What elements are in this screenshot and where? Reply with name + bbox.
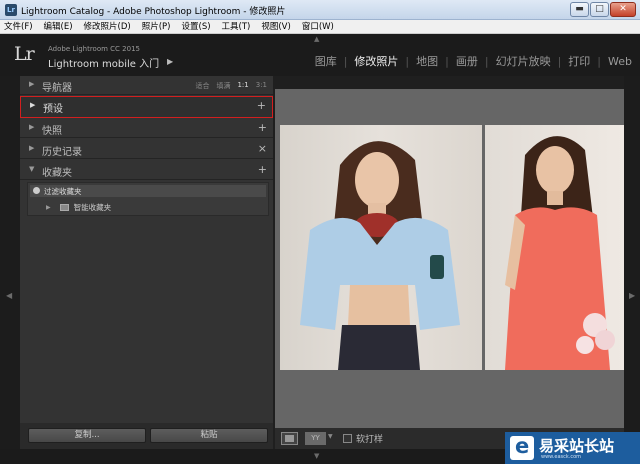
left-panel-strip[interactable]: ◀: [0, 76, 20, 449]
collections-panel-header[interactable]: ▼ 收藏夹 +: [20, 161, 273, 180]
zoom-fit[interactable]: 适合: [195, 81, 209, 91]
zoom-options: 适合 填满 1:1 3:1: [195, 81, 267, 91]
module-separator: |: [445, 54, 449, 68]
module-slideshow[interactable]: 幻灯片放映: [496, 53, 551, 69]
left-panel-toggle-icon[interactable]: ◀: [6, 291, 12, 300]
menu-bar: 文件(F) 编辑(E) 修改照片(D) 照片(P) 设置(S) 工具(T) 视图…: [0, 20, 640, 34]
minimize-button[interactable]: ▬: [570, 2, 589, 17]
filter-collections-label: 过滤收藏夹: [44, 187, 82, 196]
zoom-3-1[interactable]: 3:1: [256, 81, 267, 91]
loupe-view-icon[interactable]: [281, 432, 298, 445]
collapse-triangle-icon: ▼: [29, 165, 35, 173]
smart-collection-folder-icon: [59, 204, 69, 211]
menu-edit[interactable]: 编辑(E): [44, 20, 73, 33]
site-watermark: 易采站长站 www.easck.com: [505, 432, 640, 464]
module-picker: 图库 | 修改照片 | 地图 | 画册 | 幻灯片放映 | 打印 | Web: [315, 53, 632, 69]
smart-collections-item[interactable]: ▶ 智能收藏夹: [46, 202, 111, 213]
add-snapshot-icon[interactable]: +: [258, 121, 267, 134]
window-title-bar: Lr Lightroom Catalog - Adobe Photoshop L…: [0, 0, 640, 20]
module-print[interactable]: 打印: [568, 53, 590, 69]
snapshots-panel-header[interactable]: ▶ 快照 +: [20, 119, 273, 138]
photo-main[interactable]: [280, 125, 482, 370]
left-panel-footer: 复制... 粘贴: [20, 423, 273, 449]
watermark-brand: 易采站长站: [539, 437, 615, 455]
soft-proof-checkbox[interactable]: [343, 434, 352, 443]
play-arrow-icon[interactable]: ▶: [167, 57, 173, 66]
mobile-getting-started[interactable]: Lightroom mobile 入门: [48, 55, 159, 70]
collections-label: 收藏夹: [42, 168, 72, 179]
navigator-label: 导航器: [42, 83, 72, 94]
left-panel: ▶ 导航器 适合 填满 1:1 3:1 ▶ 预设 + ▶ 快照 + ▶ 历史记录…: [20, 76, 273, 449]
window-title: Lightroom Catalog - Adobe Photoshop Ligh…: [21, 7, 286, 17]
module-separator: |: [597, 54, 602, 68]
collections-list: 过滤收藏夹 ▶ 智能收藏夹: [27, 182, 269, 216]
identity-plate: ▲ Lr Adobe Lightroom CC 2015 Lightroom m…: [0, 34, 640, 76]
product-name: Adobe Lightroom CC 2015: [48, 45, 140, 53]
module-separator: |: [343, 54, 348, 68]
snapshots-label: 快照: [42, 126, 62, 137]
history-panel-header[interactable]: ▶ 历史记录 ×: [20, 140, 273, 159]
right-panel-toggle-icon[interactable]: ▶: [629, 291, 635, 300]
menu-photo[interactable]: 照片(P): [142, 20, 171, 33]
menu-settings[interactable]: 设置(S): [182, 20, 211, 33]
maximize-button[interactable]: □: [590, 2, 609, 17]
expand-triangle-icon: ▶: [29, 144, 35, 152]
soft-proof-label: 软打样: [356, 435, 384, 445]
add-collection-icon[interactable]: +: [258, 163, 267, 176]
module-separator: |: [557, 54, 562, 68]
watermark-url: www.easck.com: [541, 454, 582, 460]
zoom-1-1[interactable]: 1:1: [237, 81, 248, 91]
search-icon: [33, 187, 40, 194]
close-button[interactable]: ✕: [610, 2, 636, 17]
menu-develop[interactable]: 修改照片(D): [84, 20, 131, 33]
expand-triangle-icon[interactable]: ▶: [46, 204, 51, 211]
module-develop[interactable]: 修改照片: [354, 53, 398, 69]
add-preset-icon[interactable]: +: [257, 99, 266, 112]
menu-file[interactable]: 文件(F): [4, 20, 33, 33]
bottom-panel-toggle-icon[interactable]: ▼: [314, 452, 319, 460]
expand-triangle-icon: ▶: [29, 80, 35, 88]
top-panel-toggle-icon[interactable]: ▲: [314, 35, 319, 43]
module-separator: |: [405, 54, 410, 68]
easck-logo-icon: [510, 434, 534, 460]
right-panel-strip[interactable]: ▶: [624, 76, 640, 449]
before-after-view-button[interactable]: YY: [305, 432, 326, 445]
zoom-fill[interactable]: 填满: [216, 81, 230, 91]
module-map[interactable]: 地图: [416, 53, 438, 69]
filter-collections-row[interactable]: 过滤收藏夹: [30, 185, 266, 197]
module-library[interactable]: 图库: [315, 53, 337, 69]
photo-reference[interactable]: [485, 125, 624, 370]
lr-logo: Lr: [14, 43, 35, 65]
module-book[interactable]: 画册: [456, 53, 478, 69]
lightroom-app-icon: Lr: [5, 4, 17, 16]
portrait-photo-1: [300, 141, 460, 370]
module-separator: |: [484, 54, 489, 68]
app-frame: ▲ Lr Adobe Lightroom CC 2015 Lightroom m…: [0, 34, 640, 464]
paste-settings-button[interactable]: 粘贴: [150, 428, 268, 443]
menu-tools[interactable]: 工具(T): [222, 20, 251, 33]
chevron-down-icon[interactable]: ▼: [328, 433, 333, 440]
smart-collections-label: 智能收藏夹: [73, 203, 112, 212]
portrait-photo-2: [505, 136, 615, 370]
window-controls: ▬ □ ✕: [570, 2, 636, 17]
menu-window[interactable]: 窗口(W): [302, 20, 334, 33]
presets-label: 预设: [43, 104, 63, 115]
module-web[interactable]: Web: [608, 55, 632, 68]
presets-panel-header[interactable]: ▶ 预设 +: [20, 96, 273, 118]
expand-triangle-icon: ▶: [30, 101, 36, 109]
menu-view[interactable]: 视图(V): [261, 20, 290, 33]
copy-settings-button[interactable]: 复制...: [28, 428, 146, 443]
image-canvas[interactable]: [275, 89, 624, 428]
history-label: 历史记录: [42, 147, 82, 158]
clear-history-icon[interactable]: ×: [258, 142, 267, 155]
navigator-panel-header[interactable]: ▶ 导航器 适合 填满 1:1 3:1: [20, 76, 273, 95]
expand-triangle-icon: ▶: [29, 123, 35, 131]
